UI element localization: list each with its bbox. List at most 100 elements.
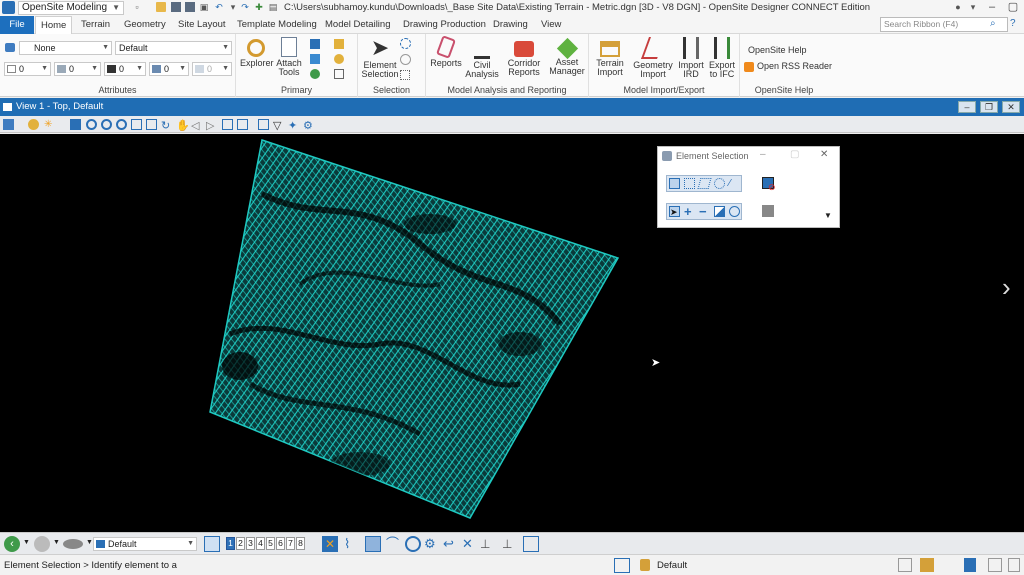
open-folder-icon[interactable]: [156, 2, 166, 12]
selection-mode-icon[interactable]: [400, 70, 410, 80]
filter-icon[interactable]: [334, 69, 344, 79]
search-icon[interactable]: ⌕: [990, 18, 996, 29]
fence-icon[interactable]: [400, 54, 411, 65]
undo-icon[interactable]: ↶: [214, 2, 224, 12]
window-area-icon[interactable]: [116, 119, 127, 130]
snap-origin-icon[interactable]: ⚙: [424, 536, 440, 552]
model-icon[interactable]: [63, 539, 83, 549]
expand-icon[interactable]: [1008, 558, 1020, 572]
view-groups-icon[interactable]: [204, 536, 220, 552]
models-icon[interactable]: [310, 39, 320, 49]
view-align-icon[interactable]: [237, 119, 248, 130]
new-file-icon[interactable]: ▫: [132, 2, 142, 12]
window-controls-icon[interactable]: ▢: [1003, 0, 1023, 16]
tab-drawing[interactable]: Drawing: [488, 16, 533, 34]
zoom-in-icon[interactable]: [86, 119, 97, 130]
snap-midpoint-icon[interactable]: [365, 536, 381, 552]
opensite-help-button[interactable]: OpenSite Help: [748, 44, 807, 56]
element-selection-button[interactable]: ➤ Element Selection: [360, 37, 400, 79]
minimize-button[interactable]: –: [982, 0, 1002, 16]
forward-icon[interactable]: [34, 536, 50, 552]
level-display-icon[interactable]: [5, 43, 15, 52]
lights-icon[interactable]: ✳: [44, 119, 55, 130]
view-minimize-button[interactable]: –: [958, 101, 976, 113]
individual-method-icon[interactable]: [669, 178, 680, 189]
corridor-reports-button[interactable]: Corridor Reports: [503, 37, 545, 77]
snap-nearest-icon[interactable]: ⌇: [344, 536, 360, 552]
zoom-out-icon[interactable]: [101, 119, 112, 130]
compress-icon[interactable]: ▣: [199, 2, 209, 12]
update-view-icon[interactable]: [70, 119, 81, 130]
line-style-dropdown[interactable]: 0 ▼: [54, 62, 101, 76]
tab-model-detailing[interactable]: Model Detailing: [320, 16, 395, 34]
lock-icon[interactable]: [640, 559, 650, 571]
rotate-view-icon[interactable]: [146, 119, 157, 130]
priority-dropdown[interactable]: 0 ▼: [192, 62, 232, 76]
select-all-icon[interactable]: [762, 205, 774, 217]
snap-mode-icon[interactable]: [614, 558, 630, 573]
properties-icon[interactable]: [334, 54, 344, 64]
line-method-icon[interactable]: ⁄: [729, 178, 740, 189]
dialog-close-button[interactable]: ✕: [820, 149, 828, 160]
snap-bisector-icon[interactable]: [523, 536, 539, 552]
active-model-dropdown[interactable]: Default ▼: [93, 537, 197, 551]
back-menu-icon[interactable]: ▼: [23, 539, 30, 546]
color-dropdown[interactable]: 0 ▼: [4, 62, 51, 76]
clip-volume-icon[interactable]: [258, 119, 269, 130]
display-styles-icon[interactable]: [334, 39, 344, 49]
tab-template-modeling[interactable]: Template Modeling: [232, 16, 322, 34]
line-weight-dropdown[interactable]: 0 ▼: [104, 62, 146, 76]
view-7-button[interactable]: 7: [286, 537, 295, 550]
add-mode-icon[interactable]: +: [684, 205, 695, 218]
expand-dialog-icon[interactable]: ▼: [824, 211, 832, 220]
previous-view-icon[interactable]: ◁: [191, 119, 202, 132]
clip-mask-icon[interactable]: ▽: [273, 119, 284, 132]
user-icon[interactable]: ●: [952, 2, 964, 12]
next-view-arrow-icon[interactable]: ›: [1002, 272, 1011, 303]
geometry-import-button[interactable]: Geometry Import: [631, 37, 675, 79]
block-method-icon[interactable]: [684, 178, 695, 189]
subtract-mode-icon[interactable]: −: [699, 205, 710, 218]
snap-through-point-icon[interactable]: ⊥: [502, 536, 518, 552]
view-4-button[interactable]: 4: [256, 537, 265, 550]
tab-geometry[interactable]: Geometry: [119, 16, 171, 34]
active-level-status[interactable]: Default: [657, 560, 687, 571]
rss-reader-button[interactable]: Open RSS Reader: [744, 60, 832, 72]
display-style-icon[interactable]: [28, 119, 39, 130]
view-5-button[interactable]: 5: [266, 537, 275, 550]
workflow-selector[interactable]: OpenSite Modeling ▼: [18, 1, 124, 15]
view-canvas[interactable]: › ➤: [0, 134, 1024, 532]
tab-file[interactable]: File: [0, 16, 34, 34]
reports-button[interactable]: Reports: [428, 35, 464, 68]
explorer-button[interactable]: Explorer: [240, 37, 274, 68]
user-menu-icon[interactable]: ▾: [968, 2, 978, 12]
tab-site-layout[interactable]: Site Layout: [173, 16, 231, 34]
view-attributes-icon[interactable]: [3, 119, 14, 130]
civil-analysis-button[interactable]: Civil Analysis: [464, 37, 500, 79]
app-logo-icon[interactable]: [2, 1, 15, 14]
circle-method-icon[interactable]: [714, 178, 725, 189]
next-view-icon[interactable]: ▷: [206, 119, 217, 132]
snap-center-icon[interactable]: [405, 536, 421, 552]
view-restore-button[interactable]: ❐: [980, 101, 998, 113]
dialog-minimize-button[interactable]: –: [760, 149, 766, 160]
terrain-import-button[interactable]: Terrain Import: [591, 37, 629, 77]
notebook-icon[interactable]: [964, 558, 976, 572]
element-template-dropdown[interactable]: Default ▼: [115, 41, 232, 55]
settings-icon[interactable]: ⚙: [303, 119, 314, 132]
snap-intersection-icon[interactable]: ✕: [322, 536, 338, 552]
snap-perpendicular-icon[interactable]: ✕: [462, 536, 478, 552]
view-6-button[interactable]: 6: [276, 537, 285, 550]
new-mode-icon[interactable]: ➤: [669, 206, 680, 217]
forward-menu-icon[interactable]: ▼: [53, 539, 60, 546]
pin-icon[interactable]: ✚: [254, 2, 264, 12]
export-ifc-button[interactable]: Export to IFC: [707, 37, 737, 79]
transparency-dropdown[interactable]: 0 ▼: [149, 62, 189, 76]
camera-icon[interactable]: ✦: [288, 119, 299, 132]
clear-mode-icon[interactable]: [729, 206, 740, 217]
redo-icon[interactable]: ↷: [240, 2, 250, 12]
home-icon[interactable]: [920, 558, 934, 572]
model-menu-icon[interactable]: ▼: [86, 539, 93, 546]
dialog-maximize-button[interactable]: ▢: [790, 149, 799, 160]
message-center-icon[interactable]: [898, 558, 912, 572]
